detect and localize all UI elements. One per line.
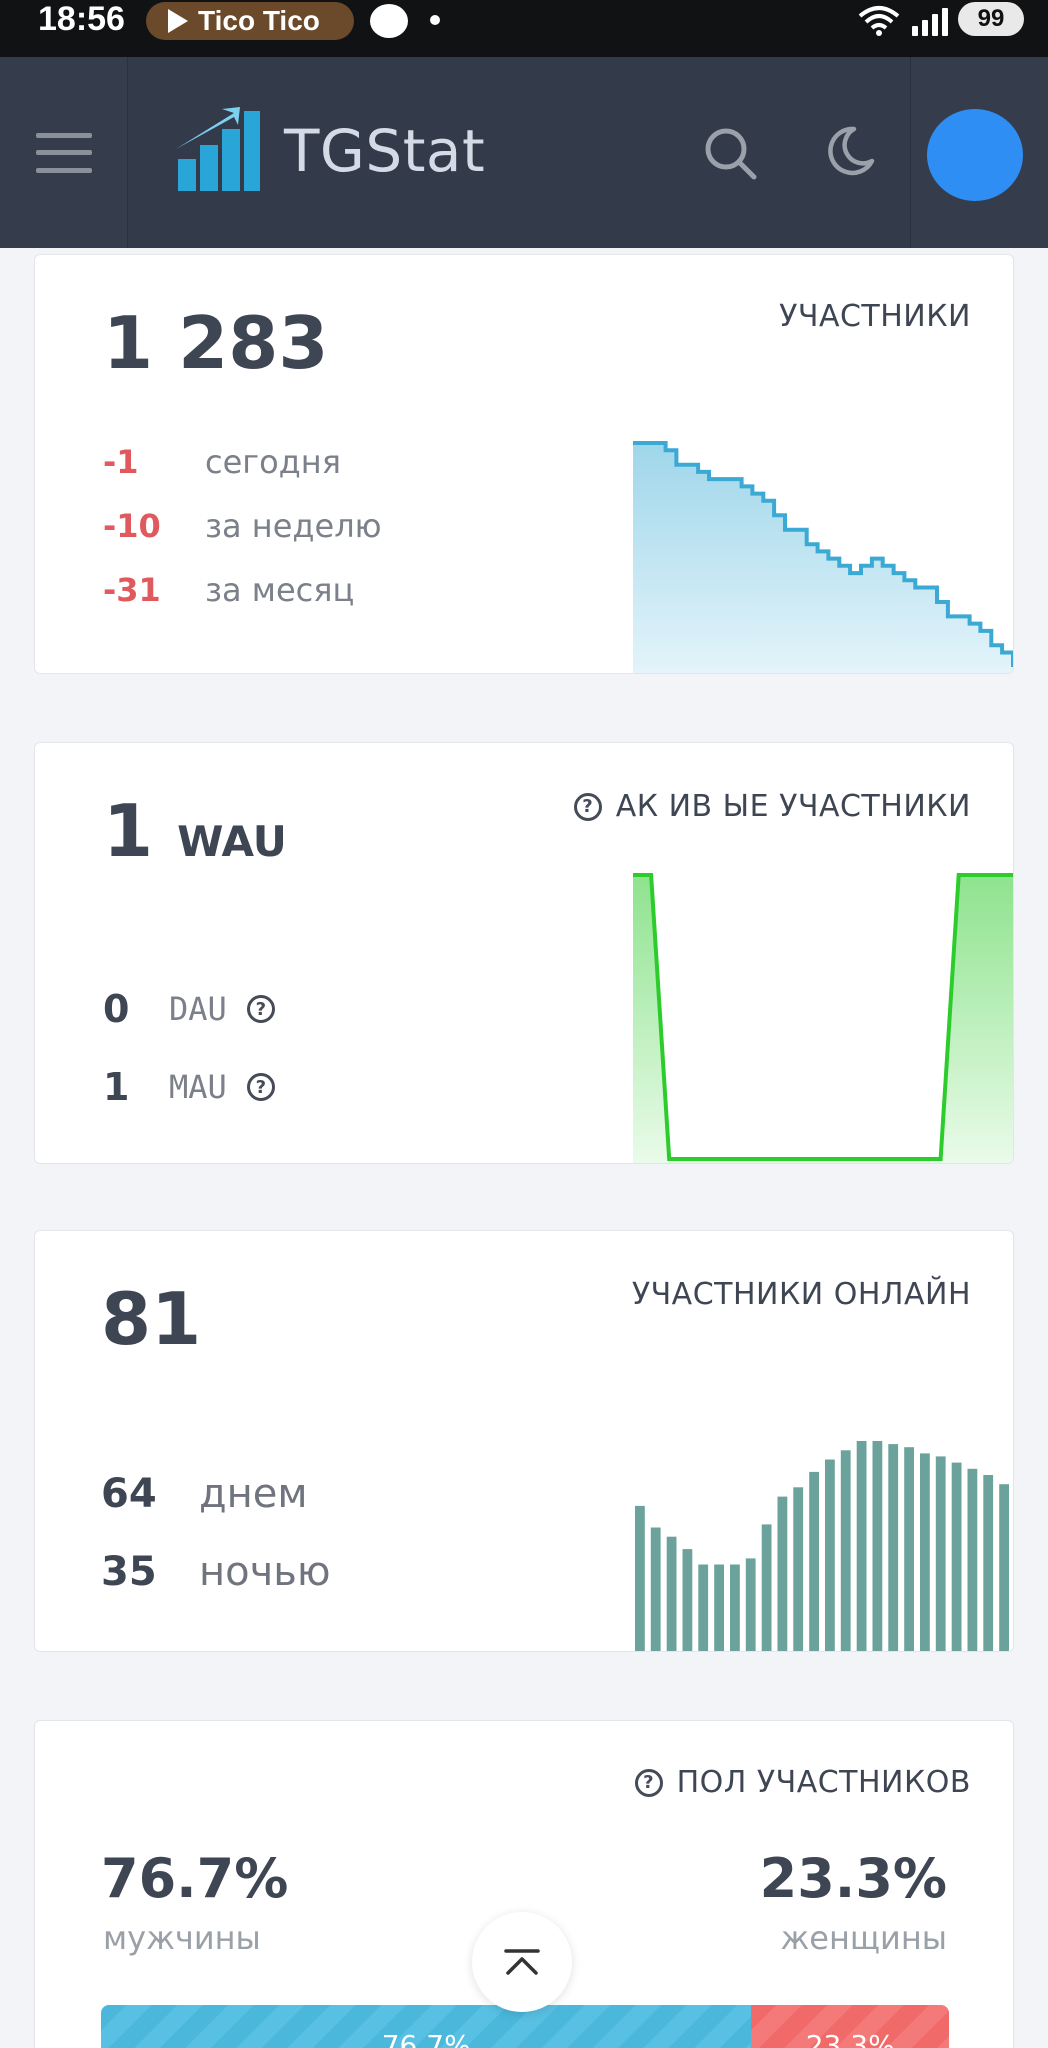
status-bar: 18:56 Tico Tico 99 xyxy=(0,0,1048,57)
active-sparkline[interactable] xyxy=(633,869,1013,1164)
chart-bar xyxy=(999,1484,1009,1651)
online-title: УЧАСТНИКИ ОНЛАЙН xyxy=(632,1277,971,1312)
chart-bar xyxy=(682,1549,693,1651)
help-icon[interactable]: ? xyxy=(246,1073,275,1101)
gender-title: ? ПОЛ УЧАСТНИКОВ xyxy=(634,1765,971,1800)
chart-bar xyxy=(714,1564,724,1651)
change-week-value: -10 xyxy=(103,507,161,545)
menu-button[interactable] xyxy=(0,57,128,248)
chart-bar xyxy=(904,1447,914,1651)
brand-name[interactable]: TGStat xyxy=(284,117,485,185)
profile-button[interactable] xyxy=(910,57,1048,248)
chart-bar xyxy=(730,1564,740,1651)
menu-icon xyxy=(35,132,92,173)
online-count: 81 xyxy=(101,1277,202,1361)
chart-bar xyxy=(967,1468,978,1651)
chart-bar xyxy=(983,1475,994,1651)
scroll-top-button[interactable] xyxy=(472,1912,572,2012)
chart-bar xyxy=(872,1441,883,1651)
members-count: 1 283 xyxy=(103,301,329,385)
chart-bar xyxy=(666,1536,677,1651)
online-card: 81 УЧАСТНИКИ ОНЛАЙН 64 днем 35 ночью xyxy=(34,1230,1014,1652)
mau-row: 1 MAU ? xyxy=(103,1065,275,1109)
day-row: 64 днем xyxy=(101,1471,308,1517)
chart-bar xyxy=(761,1524,772,1651)
male-bar-segment: 76.7% xyxy=(101,2005,752,2048)
mau-label: MAU xyxy=(169,1068,227,1106)
female-bar-segment: 23.3% xyxy=(751,2005,949,2048)
online-title-label: УЧАСТНИКИ ОНЛАЙН xyxy=(631,1277,971,1312)
gamepad-icon xyxy=(370,4,408,38)
wau-unit: WAU xyxy=(177,817,287,866)
help-icon[interactable]: ? xyxy=(246,995,275,1023)
media-chip[interactable]: Tico Tico xyxy=(146,2,354,40)
members-card: 1 283 УЧАСТНИКИ -1 сегодня -10 за неделю… xyxy=(34,254,1014,674)
night-value: 35 xyxy=(101,1549,157,1595)
members-title-label: УЧАСТНИКИ xyxy=(779,299,971,334)
chart-bar xyxy=(777,1496,788,1651)
day-label: днем xyxy=(199,1471,308,1517)
change-month-label: за месяц xyxy=(205,571,355,609)
battery-icon: 99 xyxy=(958,2,1024,36)
play-icon xyxy=(168,9,188,33)
chart-bar xyxy=(951,1462,962,1651)
change-today: -1 сегодня xyxy=(103,443,341,481)
change-month-value: -31 xyxy=(103,571,161,609)
dau-row: 0 DAU ? xyxy=(103,987,275,1031)
tgstat-logo[interactable] xyxy=(176,107,262,193)
chart-bar xyxy=(920,1453,930,1651)
media-title: Tico Tico xyxy=(198,5,320,36)
gender-title-label: ПОЛ УЧАСТНИКОВ xyxy=(676,1765,971,1800)
chevron-up-icon xyxy=(504,1949,540,1975)
active-title: ? АК ИВ ЫЕ УЧАСТНИКИ xyxy=(573,789,971,824)
help-icon[interactable]: ? xyxy=(573,792,602,821)
online-bars[interactable] xyxy=(633,1411,1013,1651)
night-row: 35 ночью xyxy=(101,1549,331,1595)
chart-bar xyxy=(698,1564,709,1651)
app-header: TGStat xyxy=(0,57,1048,248)
wau-count: 1 WAU xyxy=(103,789,287,873)
female-label: женщины xyxy=(780,1919,947,1957)
chart-bar xyxy=(809,1471,819,1651)
wifi-icon xyxy=(858,6,900,36)
status-time: 18:56 xyxy=(38,0,125,38)
active-title-label: АК ИВ ЫЕ УЧАСТНИКИ xyxy=(615,789,971,824)
signal-icon xyxy=(912,4,948,36)
notification-dot-icon xyxy=(430,15,440,25)
dau-value: 0 xyxy=(103,987,130,1031)
chart-bar xyxy=(635,1505,645,1651)
dau-label: DAU xyxy=(169,990,227,1028)
moon-icon[interactable] xyxy=(820,123,876,179)
male-percent: 76.7% xyxy=(101,1847,289,1910)
change-week: -10 за неделю xyxy=(103,507,382,545)
mau-value: 1 xyxy=(103,1065,130,1109)
change-today-label: сегодня xyxy=(205,443,341,481)
chart-bar xyxy=(935,1456,946,1651)
wau-value: 1 xyxy=(103,789,154,873)
avatar xyxy=(927,109,1023,201)
female-percent: 23.3% xyxy=(759,1847,947,1910)
help-icon[interactable]: ? xyxy=(634,1768,663,1797)
chart-bar xyxy=(745,1558,756,1651)
night-label: ночью xyxy=(199,1549,331,1595)
day-value: 64 xyxy=(101,1471,157,1517)
active-card: 1 WAU ? АК ИВ ЫЕ УЧАСТНИКИ 0 DAU ? 1 MAU… xyxy=(34,742,1014,1164)
chart-bar xyxy=(793,1487,804,1651)
members-sparkline[interactable] xyxy=(633,435,1013,674)
chart-bar xyxy=(840,1450,851,1651)
chart-bar xyxy=(650,1527,661,1651)
chart-area-fill xyxy=(633,443,1013,673)
change-week-label: за неделю xyxy=(205,507,382,545)
search-icon[interactable] xyxy=(702,125,758,181)
chart-bar xyxy=(888,1444,899,1651)
members-title: УЧАСТНИКИ xyxy=(779,299,971,334)
chart-bar xyxy=(825,1459,835,1651)
change-today-value: -1 xyxy=(103,443,139,481)
change-month: -31 за месяц xyxy=(103,571,354,609)
chart-bar xyxy=(856,1441,867,1651)
male-label: мужчины xyxy=(103,1919,261,1957)
